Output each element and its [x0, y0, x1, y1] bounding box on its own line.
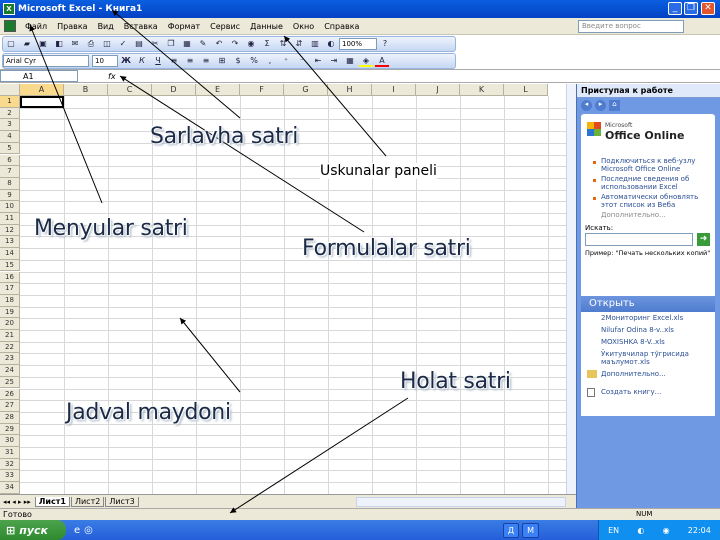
- arrow-table: [179, 317, 241, 393]
- annotation-formula-row: Formulalar satri: [302, 236, 471, 261]
- annotation-status-row: Holat satri: [400, 369, 511, 394]
- arrow-status: [229, 397, 409, 514]
- annotation-table-area: Jadval maydoni: [66, 400, 231, 425]
- arrow-menu: [29, 24, 103, 204]
- annotation-arrows: [29, 9, 409, 514]
- arrow-title: [111, 9, 241, 119]
- arrow-toolbar: [283, 35, 387, 157]
- annotation-toolbar: Uskunalar paneli: [320, 163, 437, 179]
- annotation-menu-row: Menyular satri: [34, 216, 188, 241]
- arrow-formula: [119, 75, 365, 233]
- annotation-title-row: Sarlavha satri: [150, 124, 299, 149]
